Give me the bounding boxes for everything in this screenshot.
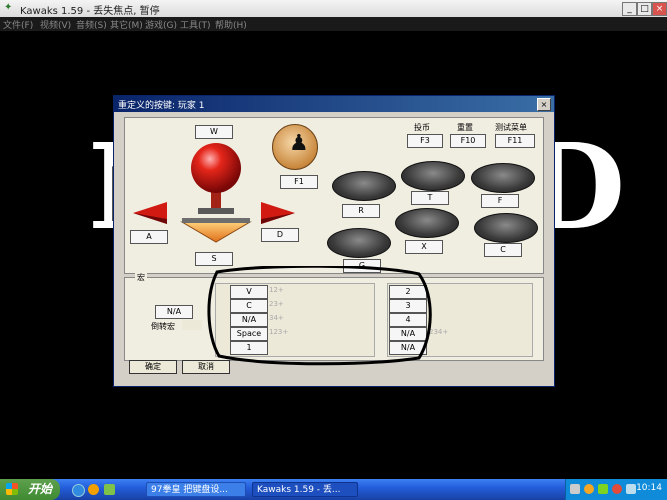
menu-file[interactable]: 文件(F) <box>3 18 33 31</box>
person-icon: ♟ <box>289 131 309 156</box>
task-browser-label: 97拳皇 把键盘设... <box>151 485 228 495</box>
action-button-r <box>332 171 396 201</box>
key-test-menu[interactable]: F11 <box>495 134 535 148</box>
key-action-f[interactable]: F <box>481 194 519 208</box>
quicklaunch-ie-icon[interactable] <box>72 484 85 497</box>
action-button-x <box>395 208 459 238</box>
action-button-g <box>327 228 391 258</box>
cancel-button[interactable]: 取消 <box>182 360 230 374</box>
system-tray: 10:14 <box>565 479 667 500</box>
tray-icon-1[interactable] <box>570 484 580 494</box>
action-button-t <box>401 161 465 191</box>
macro-panel: 宏 N/A 倒转宏 V C N/A Space 1 12+ 23+ 34+ 12… <box>124 266 544 366</box>
reverse-macro-field[interactable] <box>182 320 202 330</box>
ok-button[interactable]: 确定 <box>129 360 177 374</box>
tray-icon-4[interactable] <box>612 484 622 494</box>
key-start[interactable]: F1 <box>280 175 318 189</box>
key-reset[interactable]: F10 <box>450 134 486 148</box>
dialog-titlebar: 重定义的按键: 玩家 1 × <box>114 96 554 112</box>
menu-video[interactable]: 视频(V) <box>40 18 71 31</box>
reverse-macro-label: 倒转宏 <box>151 322 175 331</box>
key-up[interactable]: W <box>195 125 233 139</box>
menu-game[interactable]: 游戏(G) <box>145 18 177 31</box>
quicklaunch-desktop-icon[interactable] <box>104 484 115 495</box>
main-titlebar: ✦ Kawaks 1.59 - 丢失焦点, 暂停 _ □ × <box>0 0 667 18</box>
key-action-t[interactable]: T <box>411 191 449 205</box>
key-action-r[interactable]: R <box>342 204 380 218</box>
windows-logo-icon <box>6 483 18 495</box>
menu-other[interactable]: 其它(M) <box>110 18 143 31</box>
dialog-title: 重定义的按键: 玩家 1 <box>118 101 205 111</box>
test-menu-label: 测试菜单 <box>495 123 527 132</box>
joystick-icon <box>180 143 252 243</box>
key-remap-dialog: 重定义的按键: 玩家 1 × W A D S ♟ F1 投币 F3 重置 F10… <box>113 95 555 387</box>
coin-label: 投币 <box>414 123 430 132</box>
reset-label: 重置 <box>457 123 473 132</box>
action-button-f <box>471 163 535 193</box>
window-title: Kawaks 1.59 - 丢失焦点, 暂停 <box>20 6 160 17</box>
highlight-outline <box>207 266 432 366</box>
dialog-close-button[interactable]: × <box>537 98 551 111</box>
maximize-button[interactable]: □ <box>637 2 652 16</box>
minimize-button[interactable]: _ <box>622 2 637 16</box>
quicklaunch-media-icon[interactable] <box>88 484 99 495</box>
key-down[interactable]: S <box>195 252 233 266</box>
task-kawaks[interactable]: Kawaks 1.59 - 丢... <box>252 482 358 497</box>
macro-na-field[interactable]: N/A <box>155 305 193 319</box>
tray-icon-3[interactable] <box>598 484 608 494</box>
menu-tools[interactable]: 工具(T) <box>180 18 211 31</box>
key-left[interactable]: A <box>130 230 168 244</box>
tray-icon-2[interactable] <box>584 484 594 494</box>
controller-panel: W A D S ♟ F1 投币 F3 重置 F10 测试菜单 F11 R T F… <box>124 117 544 274</box>
macro-label: 宏 <box>135 272 147 283</box>
close-button[interactable]: × <box>652 2 667 16</box>
start-button-icon: ♟ <box>272 124 318 170</box>
key-coin[interactable]: F3 <box>407 134 443 148</box>
task-kawaks-label: Kawaks 1.59 - 丢... <box>257 485 341 495</box>
right-arrow-icon <box>261 202 295 224</box>
left-arrow-icon <box>133 202 167 224</box>
app-icon: ✦ <box>4 2 13 13</box>
tray-icon-5[interactable] <box>626 484 636 494</box>
key-action-x[interactable]: X <box>405 240 443 254</box>
menu-audio[interactable]: 音频(S) <box>76 18 107 31</box>
key-right[interactable]: D <box>261 228 299 242</box>
taskbar-clock: 10:14 <box>636 483 662 493</box>
menu-help[interactable]: 帮助(H) <box>215 18 247 31</box>
key-action-c[interactable]: C <box>484 243 522 257</box>
taskbar: 开始 97拳皇 把键盘设... Kawaks 1.59 - 丢... 10:14 <box>0 479 667 500</box>
task-browser[interactable]: 97拳皇 把键盘设... <box>146 482 246 497</box>
menubar: 文件(F) 视频(V) 音频(S) 其它(M) 游戏(G) 工具(T) 帮助(H… <box>0 17 667 31</box>
action-button-c <box>474 213 538 243</box>
